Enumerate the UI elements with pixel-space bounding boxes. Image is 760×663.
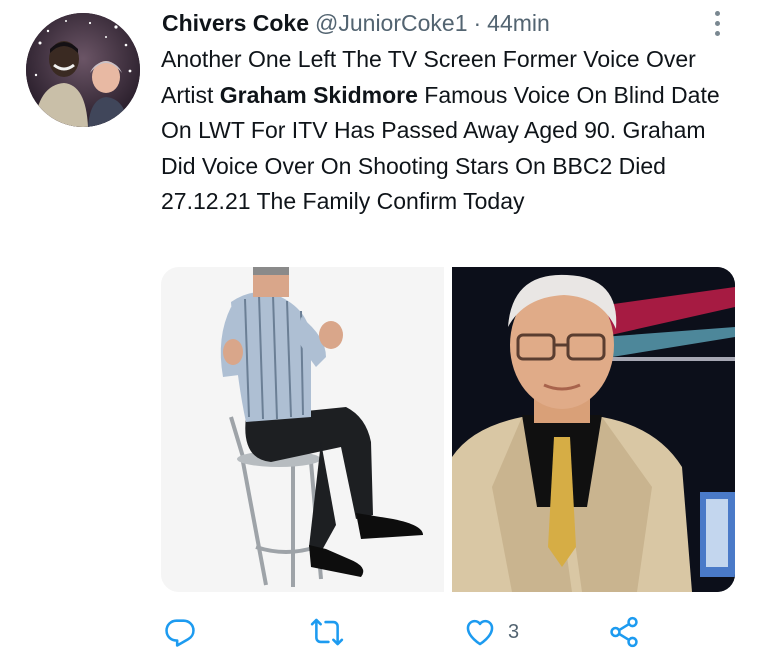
- retweet-icon: [310, 618, 344, 646]
- tweet-timestamp[interactable]: 44min: [487, 10, 550, 37]
- tweet-text: Another One Left The TV Screen Former Vo…: [161, 42, 741, 220]
- tweet-text-bold[interactable]: Graham Skidmore: [220, 82, 418, 108]
- share-button[interactable]: [606, 612, 642, 652]
- author-name[interactable]: Chivers Coke: [162, 10, 309, 37]
- tweet-actions: 3: [160, 612, 660, 652]
- more-options-icon[interactable]: [706, 6, 728, 40]
- separator-dot: ·: [473, 9, 482, 36]
- tweet-photo-1[interactable]: [161, 267, 444, 592]
- reply-button[interactable]: [163, 612, 197, 652]
- reply-icon: [165, 619, 195, 647]
- author-handle[interactable]: @JuniorCoke1: [315, 10, 467, 37]
- heart-icon: [466, 619, 494, 646]
- author-avatar[interactable]: [26, 13, 140, 127]
- retweet-button[interactable]: [309, 612, 345, 652]
- photo-man-in-suit: [452, 267, 735, 592]
- tweet-photo-2[interactable]: [452, 267, 735, 592]
- photo-man-on-stool: [161, 267, 444, 592]
- avatar-photo: [26, 13, 140, 127]
- tweet-media: [161, 267, 735, 592]
- share-icon: [610, 616, 638, 648]
- like-count: 3: [508, 620, 520, 643]
- like-button[interactable]: 3: [462, 612, 519, 652]
- tweet-header: Chivers Coke @JuniorCoke1 · 44min: [162, 8, 550, 38]
